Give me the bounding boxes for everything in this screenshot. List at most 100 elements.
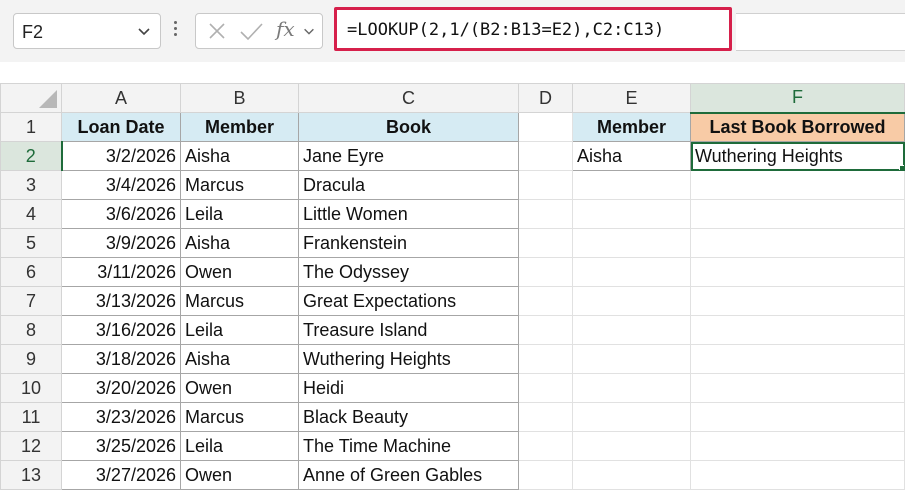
loan-date-cell[interactable]: 3/18/2026 (61, 344, 181, 374)
book-cell[interactable]: Anne of Green Gables (298, 460, 519, 490)
row-header[interactable]: 3 (0, 170, 62, 200)
cell[interactable] (518, 286, 573, 316)
select-all-button[interactable] (0, 83, 62, 113)
row-header[interactable]: 2 (0, 141, 63, 171)
lookup-result-header[interactable]: Last Book Borrowed (690, 112, 905, 142)
row-header[interactable]: 8 (0, 315, 62, 345)
cell[interactable] (572, 402, 691, 432)
column-header-a[interactable]: A (61, 83, 181, 113)
member-cell[interactable]: Marcus (180, 402, 299, 432)
member-cell[interactable]: Aisha (180, 228, 299, 258)
row-header[interactable]: 7 (0, 286, 62, 316)
cell[interactable] (572, 431, 691, 461)
member-cell[interactable]: Marcus (180, 286, 299, 316)
loan-date-cell[interactable]: 3/6/2026 (61, 199, 181, 229)
enter-check-icon[interactable] (238, 20, 264, 47)
cell[interactable] (518, 199, 573, 229)
row-header[interactable]: 11 (0, 402, 62, 432)
cell[interactable] (572, 228, 691, 258)
lookup-member-header[interactable]: Member (572, 112, 691, 142)
cell[interactable] (518, 431, 573, 461)
insert-function-icon[interactable]: fx (276, 17, 295, 41)
column-header-d[interactable]: D (518, 83, 573, 113)
cell[interactable] (518, 257, 573, 287)
cell[interactable] (518, 460, 573, 490)
cell[interactable] (518, 373, 573, 403)
member-cell[interactable]: Leila (180, 315, 299, 345)
book-cell[interactable]: Black Beauty (298, 402, 519, 432)
member-cell[interactable]: Owen (180, 257, 299, 287)
member-cell[interactable]: Leila (180, 431, 299, 461)
loan-date-cell[interactable]: 3/23/2026 (61, 402, 181, 432)
formula-input[interactable]: =LOOKUP(2,1/(B2:B13=E2),C2:C13) (334, 7, 732, 51)
lookup-result-value[interactable]: Wuthering Heights (690, 141, 905, 171)
formula-input-extension[interactable] (736, 13, 905, 51)
cell[interactable] (518, 344, 573, 374)
cell[interactable] (572, 257, 691, 287)
member-cell[interactable]: Owen (180, 373, 299, 403)
cell[interactable] (690, 199, 905, 229)
lookup-member-value[interactable]: Aisha (572, 141, 691, 171)
cell[interactable] (690, 431, 905, 461)
header-loan-date[interactable]: Loan Date (61, 112, 181, 142)
member-cell[interactable]: Aisha (180, 344, 299, 374)
column-header-b[interactable]: B (180, 83, 299, 113)
cell[interactable] (690, 315, 905, 345)
name-box[interactable]: F2 (13, 13, 161, 49)
cell[interactable] (518, 402, 573, 432)
book-cell[interactable]: The Time Machine (298, 431, 519, 461)
column-header-f[interactable]: F (690, 83, 905, 114)
loan-date-cell[interactable]: 3/16/2026 (61, 315, 181, 345)
loan-date-cell[interactable]: 3/4/2026 (61, 170, 181, 200)
cell[interactable] (690, 460, 905, 490)
cell[interactable] (572, 286, 691, 316)
cell[interactable] (572, 460, 691, 490)
cell[interactable] (518, 315, 573, 345)
row-header[interactable]: 5 (0, 228, 62, 258)
cell[interactable] (690, 170, 905, 200)
loan-date-cell[interactable]: 3/20/2026 (61, 373, 181, 403)
loan-date-cell[interactable]: 3/11/2026 (61, 257, 181, 287)
cell[interactable] (690, 402, 905, 432)
cell[interactable] (690, 286, 905, 316)
header-book[interactable]: Book (298, 112, 519, 142)
book-cell[interactable]: Dracula (298, 170, 519, 200)
cell[interactable] (572, 373, 691, 403)
cell[interactable] (690, 228, 905, 258)
row-header[interactable]: 10 (0, 373, 62, 403)
cell[interactable] (572, 344, 691, 374)
cell[interactable] (518, 141, 573, 171)
row-header[interactable]: 12 (0, 431, 62, 461)
cell[interactable] (690, 373, 905, 403)
loan-date-cell[interactable]: 3/25/2026 (61, 431, 181, 461)
row-header[interactable]: 13 (0, 460, 62, 490)
cancel-x-icon[interactable] (206, 20, 228, 47)
book-cell[interactable]: Heidi (298, 373, 519, 403)
member-cell[interactable]: Marcus (180, 170, 299, 200)
member-cell[interactable]: Owen (180, 460, 299, 490)
book-cell[interactable]: Frankenstein (298, 228, 519, 258)
row-header[interactable]: 1 (0, 112, 62, 142)
fill-handle[interactable] (899, 165, 904, 170)
column-header-c[interactable]: C (298, 83, 519, 113)
cell[interactable] (690, 257, 905, 287)
row-header[interactable]: 4 (0, 199, 62, 229)
cell[interactable] (518, 228, 573, 258)
loan-date-cell[interactable]: 3/9/2026 (61, 228, 181, 258)
book-cell[interactable]: Treasure Island (298, 315, 519, 345)
cell[interactable] (518, 112, 573, 142)
cell[interactable] (572, 315, 691, 345)
formula-bar-resize-handle[interactable] (172, 18, 178, 44)
member-cell[interactable]: Aisha (180, 141, 299, 171)
formula-text[interactable]: =LOOKUP(2,1/(B2:B13=E2),C2:C13) (347, 20, 664, 40)
loan-date-cell[interactable]: 3/2/2026 (61, 141, 181, 171)
column-header-e[interactable]: E (572, 83, 691, 113)
cell[interactable] (572, 170, 691, 200)
book-cell[interactable]: Little Women (298, 199, 519, 229)
header-member[interactable]: Member (180, 112, 299, 142)
loan-date-cell[interactable]: 3/27/2026 (61, 460, 181, 490)
row-header[interactable]: 6 (0, 257, 62, 287)
book-cell[interactable]: Wuthering Heights (298, 344, 519, 374)
book-cell[interactable]: Great Expectations (298, 286, 519, 316)
cell[interactable] (518, 170, 573, 200)
